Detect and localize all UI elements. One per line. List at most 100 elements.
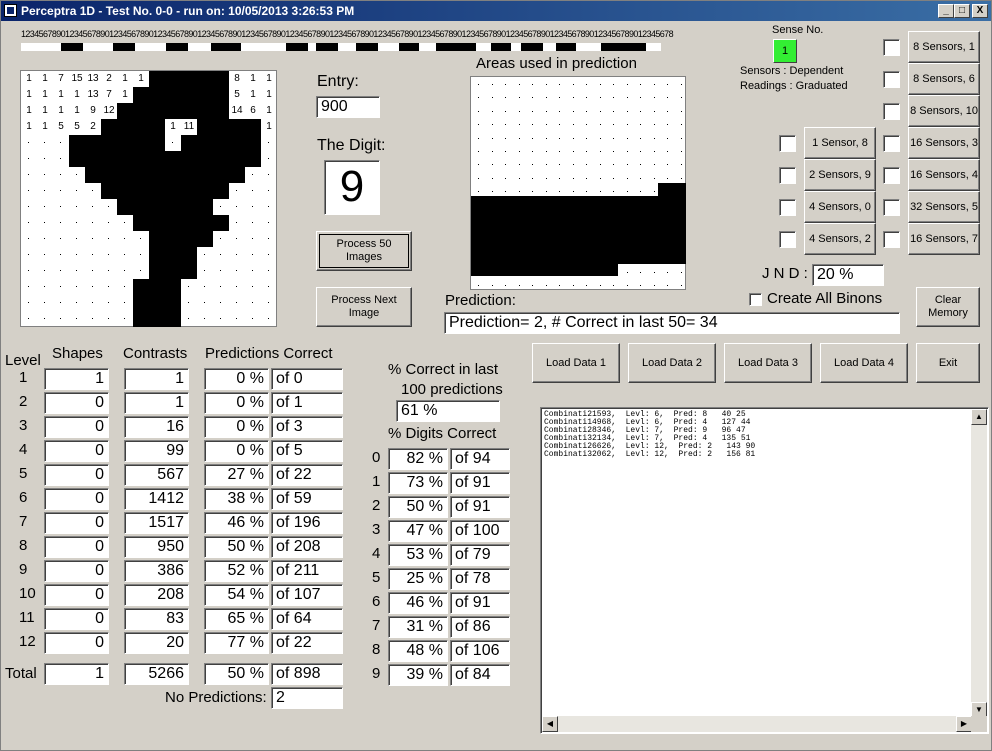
level-of-field[interactable]: of 0 — [271, 368, 343, 390]
sensor-button[interactable]: 8 Sensors, 10 — [908, 95, 980, 127]
level-contrasts-field[interactable]: 1412 — [124, 488, 189, 510]
level-shapes-field[interactable]: 0 — [44, 512, 109, 534]
digit-pct-field[interactable]: 47 % — [388, 520, 448, 542]
level-shapes-field[interactable]: 0 — [44, 416, 109, 438]
sensor-checkbox[interactable] — [779, 199, 796, 216]
output-log[interactable]: Combinati21593, Levl: 6, Pred: 8 40 25 Co… — [540, 407, 989, 734]
sensor-checkbox[interactable] — [779, 231, 796, 248]
sense-no-indicator[interactable]: 1 — [773, 39, 797, 63]
sensor-button[interactable]: 32 Sensors, 5 — [908, 191, 980, 223]
level-shapes-field[interactable]: 0 — [44, 440, 109, 462]
level-pct-field[interactable]: 0 % — [204, 392, 269, 414]
exit-button[interactable]: Exit — [916, 343, 980, 383]
sensor-checkbox[interactable] — [883, 39, 900, 56]
level-shapes-field[interactable]: 0 — [44, 608, 109, 630]
digit-pct-field[interactable]: 82 % — [388, 448, 448, 470]
vertical-scrollbar[interactable]: ▲ ▼ — [971, 409, 987, 718]
level-pct-field[interactable]: 50 % — [204, 536, 269, 558]
digit-of-field[interactable]: of 100 — [450, 520, 510, 542]
level-contrasts-field[interactable]: 386 — [124, 560, 189, 582]
sensor-checkbox[interactable] — [779, 167, 796, 184]
digit-pct-field[interactable]: 50 % — [388, 496, 448, 518]
level-of-field[interactable]: of 211 — [271, 560, 343, 582]
level-of-field[interactable]: of 208 — [271, 536, 343, 558]
total-pct[interactable]: 50 % — [204, 663, 269, 685]
no-predictions-field[interactable]: 2 — [271, 687, 343, 709]
level-contrasts-field[interactable]: 1517 — [124, 512, 189, 534]
digit-of-field[interactable]: of 86 — [450, 616, 510, 638]
digit-of-field[interactable]: of 91 — [450, 592, 510, 614]
level-contrasts-field[interactable]: 208 — [124, 584, 189, 606]
sensor-checkbox[interactable] — [779, 135, 796, 152]
level-of-field[interactable]: of 196 — [271, 512, 343, 534]
digit-pct-field[interactable]: 53 % — [388, 544, 448, 566]
sensor-button[interactable]: 4 Sensors, 0 — [804, 191, 876, 223]
digit-of-field[interactable]: of 78 — [450, 568, 510, 590]
close-button[interactable]: X — [972, 4, 988, 18]
digit-pct-field[interactable]: 48 % — [388, 640, 448, 662]
sensor-button[interactable]: 16 Sensors, 3 — [908, 127, 980, 159]
total-shapes[interactable]: 1 — [44, 663, 109, 685]
total-of[interactable]: of 898 — [271, 663, 343, 685]
maximize-button[interactable]: □ — [954, 4, 970, 18]
level-pct-field[interactable]: 0 % — [204, 416, 269, 438]
level-pct-field[interactable]: 38 % — [204, 488, 269, 510]
level-of-field[interactable]: of 1 — [271, 392, 343, 414]
level-contrasts-field[interactable]: 16 — [124, 416, 189, 438]
level-of-field[interactable]: of 5 — [271, 440, 343, 462]
sensor-checkbox[interactable] — [883, 135, 900, 152]
sensor-button[interactable]: 16 Sensors, 7 — [908, 223, 980, 255]
sensor-button[interactable]: 4 Sensors, 2 — [804, 223, 876, 255]
level-shapes-field[interactable]: 1 — [44, 368, 109, 390]
level-contrasts-field[interactable]: 1 — [124, 392, 189, 414]
jnd-field[interactable]: 20 % — [812, 264, 884, 286]
level-shapes-field[interactable]: 0 — [44, 584, 109, 606]
title-bar[interactable]: Perceptra 1D - Test No. 0-0 - run on: 10… — [1, 1, 991, 21]
sensor-button[interactable]: 8 Sensors, 1 — [908, 31, 980, 63]
digit-pct-field[interactable]: 39 % — [388, 664, 448, 686]
load-data-3-button[interactable]: Load Data 3 — [724, 343, 812, 383]
sensor-checkbox[interactable] — [883, 71, 900, 88]
digit-pct-field[interactable]: 46 % — [388, 592, 448, 614]
level-shapes-field[interactable]: 0 — [44, 560, 109, 582]
digit-of-field[interactable]: of 106 — [450, 640, 510, 662]
digit-pct-field[interactable]: 31 % — [388, 616, 448, 638]
level-of-field[interactable]: of 22 — [271, 464, 343, 486]
level-of-field[interactable]: of 64 — [271, 608, 343, 630]
digit-of-field[interactable]: of 91 — [450, 472, 510, 494]
level-of-field[interactable]: of 59 — [271, 488, 343, 510]
level-pct-field[interactable]: 0 % — [204, 440, 269, 462]
level-of-field[interactable]: of 3 — [271, 416, 343, 438]
sensor-checkbox[interactable] — [883, 199, 900, 216]
scroll-right-arrow-icon[interactable]: ▶ — [956, 716, 972, 732]
digit-pct-field[interactable]: 25 % — [388, 568, 448, 590]
scroll-up-arrow-icon[interactable]: ▲ — [971, 409, 987, 425]
process-50-images-button[interactable]: Process 50 Images — [316, 231, 412, 271]
scroll-left-arrow-icon[interactable]: ◀ — [542, 716, 558, 732]
sensor-button[interactable]: 1 Sensor, 8 — [804, 127, 876, 159]
sensor-button[interactable]: 8 Sensors, 6 — [908, 63, 980, 95]
load-data-4-button[interactable]: Load Data 4 — [820, 343, 908, 383]
level-contrasts-field[interactable]: 99 — [124, 440, 189, 462]
sensor-button[interactable]: 2 Sensors, 9 — [804, 159, 876, 191]
horizontal-scrollbar[interactable]: ◀ ▶ — [542, 716, 972, 732]
level-contrasts-field[interactable]: 83 — [124, 608, 189, 630]
clear-memory-button[interactable]: Clear Memory — [916, 287, 980, 327]
level-shapes-field[interactable]: 0 — [44, 392, 109, 414]
sensor-checkbox[interactable] — [883, 103, 900, 120]
sensor-checkbox[interactable] — [883, 167, 900, 184]
digit-pct-field[interactable]: 73 % — [388, 472, 448, 494]
load-data-2-button[interactable]: Load Data 2 — [628, 343, 716, 383]
level-shapes-field[interactable]: 0 — [44, 464, 109, 486]
level-contrasts-field[interactable]: 950 — [124, 536, 189, 558]
sensor-button[interactable]: 16 Sensors, 4 — [908, 159, 980, 191]
process-next-image-button[interactable]: Process Next Image — [316, 287, 412, 327]
prediction-field[interactable]: Prediction= 2, # Correct in last 50= 34 — [444, 312, 900, 334]
level-shapes-field[interactable]: 0 — [44, 536, 109, 558]
level-pct-field[interactable]: 0 % — [204, 368, 269, 390]
digit-of-field[interactable]: of 94 — [450, 448, 510, 470]
level-pct-field[interactable]: 52 % — [204, 560, 269, 582]
create-all-binons-checkbox[interactable] — [749, 293, 762, 306]
level-contrasts-field[interactable]: 20 — [124, 632, 189, 654]
app-icon[interactable] — [4, 4, 17, 17]
